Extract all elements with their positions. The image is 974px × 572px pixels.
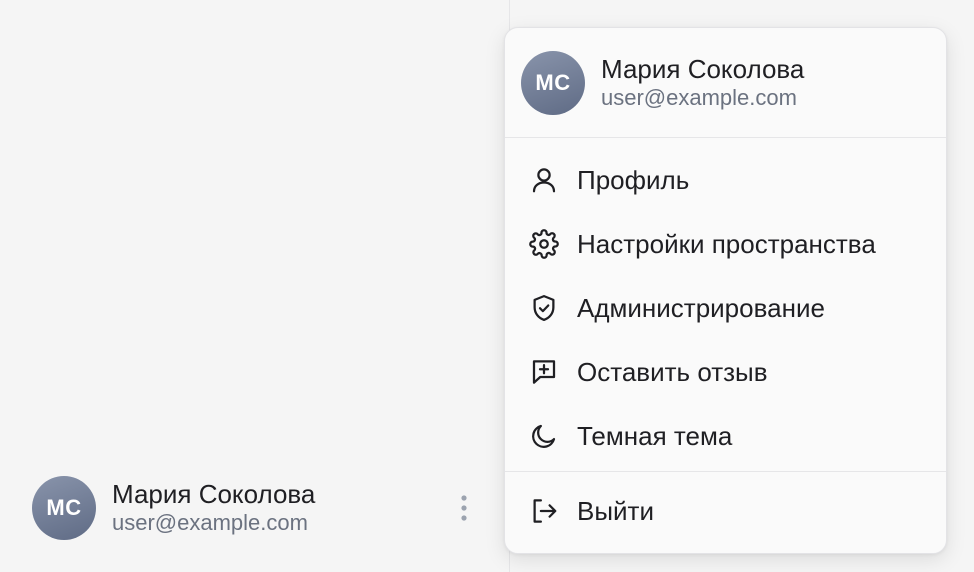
- menu-list: Профиль Настройки пространства Администр…: [505, 138, 946, 547]
- menu-item-logout[interactable]: Выйти: [505, 475, 946, 547]
- menu-item-label: Темная тема: [577, 420, 733, 451]
- menu-item-label: Выйти: [577, 495, 654, 526]
- logout-icon: [533, 499, 557, 523]
- menu-item-label: Настройки пространства: [577, 228, 876, 259]
- user-name: Мария Соколова: [112, 479, 316, 509]
- sidebar: МС Мария Соколова user@example.com: [0, 0, 510, 572]
- menu-item-dark-theme[interactable]: Темная тема: [505, 404, 946, 468]
- menu-user-header: МС Мария Соколова user@example.com: [505, 28, 946, 138]
- avatar: МС: [32, 476, 96, 540]
- menu-item-administration[interactable]: Администрирование: [505, 276, 946, 340]
- menu-item-label: Профиль: [577, 164, 690, 195]
- menu-divider: [505, 471, 946, 472]
- more-options-button[interactable]: [452, 488, 476, 528]
- moon-icon: [532, 424, 556, 448]
- menu-user-info: Мария Соколова user@example.com: [601, 54, 946, 112]
- user-email: user@example.com: [112, 510, 308, 535]
- menu-user-email: user@example.com: [601, 84, 797, 110]
- user-dropdown-menu: МС Мария Соколова user@example.com Профи…: [504, 27, 947, 554]
- sidebar-user-card[interactable]: МС Мария Соколова user@example.com: [32, 476, 482, 540]
- message-plus-icon: [532, 360, 556, 384]
- kebab-icon: [461, 495, 467, 521]
- menu-item-label: Администрирование: [577, 292, 825, 323]
- menu-item-feedback[interactable]: Оставить отзыв: [505, 340, 946, 404]
- menu-avatar: МС: [521, 50, 585, 115]
- menu-item-label: Оставить отзыв: [577, 356, 768, 387]
- user-icon: [532, 168, 556, 193]
- sidebar-user-info: Мария Соколова user@example.com: [112, 479, 452, 537]
- menu-item-workspace-settings[interactable]: Настройки пространства: [505, 212, 946, 276]
- menu-user-name: Мария Соколова: [601, 53, 805, 84]
- shield-check-icon: [533, 295, 555, 321]
- menu-item-profile[interactable]: Профиль: [505, 148, 946, 212]
- gear-icon: [529, 229, 559, 259]
